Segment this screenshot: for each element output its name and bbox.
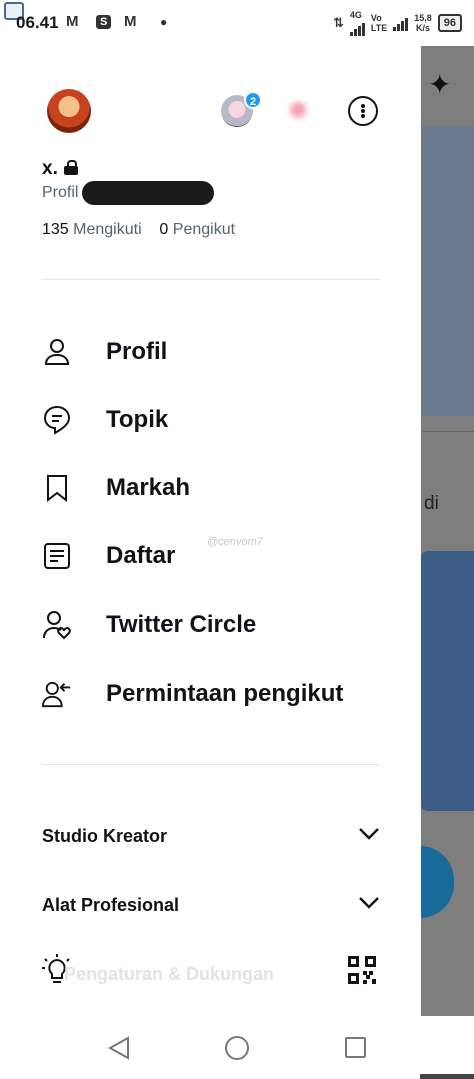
background-text: di <box>424 493 439 514</box>
menu-item-label: Markah <box>106 474 191 501</box>
menu-item-bookmarks[interactable]: Markah <box>42 460 382 516</box>
following-link[interactable]: 135 Mengikuti <box>42 221 142 238</box>
menu-item-label: Topik <box>106 406 169 433</box>
recent-apps-icon[interactable] <box>345 1037 366 1058</box>
section-label: Alat Profesional <box>42 894 180 915</box>
dot-icon: ● <box>160 15 168 29</box>
qr-code-icon[interactable] <box>348 956 376 989</box>
signal-bars-icon <box>349 20 365 36</box>
menu-item-label: Twitter Circle <box>106 611 257 638</box>
navigation-drawer: 2 x. Profil 135 Mengikuti 0 Pengikut Pro… <box>0 46 421 1016</box>
section-professional-tools[interactable]: Alat Profesional <box>42 885 380 925</box>
menu-item-follower-requests[interactable]: Permintaan pengikut <box>42 666 382 722</box>
signal-bars-icon <box>393 15 409 31</box>
more-accounts-button[interactable] <box>348 96 378 126</box>
network-type-1: 4G <box>349 10 362 20</box>
divider <box>42 279 380 280</box>
shopee-icon: S <box>96 15 112 29</box>
other-account-avatar-blurred[interactable] <box>290 102 306 118</box>
list-icon <box>42 541 72 571</box>
data-arrows-icon: ⇅ <box>332 15 344 30</box>
menu-item-label: Profil <box>106 338 168 365</box>
followers-link[interactable]: 0 Pengikut <box>159 221 235 238</box>
compose-button <box>420 846 454 918</box>
gmail-icon: M <box>124 13 137 30</box>
status-time: 06.41 <box>16 13 59 32</box>
circle-people-icon <box>42 610 72 640</box>
profile-name-row[interactable]: x. <box>42 158 78 180</box>
following-label: Mengikuti <box>73 221 142 238</box>
follow-request-icon <box>42 679 72 709</box>
follow-stats: 135 Mengikuti 0 Pengikut <box>42 221 235 239</box>
account-badge: 2 <box>244 91 262 109</box>
background-app-scrim[interactable]: ✦ di <box>420 46 474 1016</box>
sparkle-icon: ✦ <box>428 69 452 100</box>
settings-support-label[interactable]: Pengaturan & Dukungan <box>64 964 274 985</box>
avatar[interactable] <box>47 89 91 133</box>
network-type-2b: LTE <box>370 23 388 33</box>
chevron-down-icon <box>358 827 380 846</box>
profile-name: x. <box>42 158 58 179</box>
network-type-2: Vo <box>370 13 382 23</box>
person-icon <box>42 337 72 367</box>
handle-prefix: Profil <box>42 184 79 201</box>
background-media <box>420 551 474 811</box>
profile-handle: Profil <box>42 181 215 205</box>
menu-item-label: Permintaan pengikut <box>106 680 344 707</box>
status-bar: 06.41 M S M ● ⇅ 4G Vo LTE 15,8 K/s 96 <box>0 0 474 46</box>
gmail-icon: M <box>66 13 79 30</box>
background-divider <box>420 431 474 432</box>
section-creator-studio[interactable]: Studio Kreator <box>42 816 380 856</box>
followers-count: 0 <box>159 221 169 238</box>
lock-icon <box>63 160 78 175</box>
menu-item-twitter-circle[interactable]: Twitter Circle <box>42 597 382 653</box>
status-indicators: ⇅ 4G Vo LTE 15,8 K/s 96 <box>333 10 462 36</box>
battery-icon: 96 <box>437 14 462 32</box>
following-count: 135 <box>42 221 69 238</box>
network-speed-unit: K/s <box>415 23 430 33</box>
back-icon[interactable] <box>107 1036 130 1065</box>
system-navigation-bar <box>0 1016 474 1079</box>
chevron-down-icon <box>358 896 380 915</box>
watermark: @cenvom7 <box>207 536 263 548</box>
background-media <box>420 126 474 416</box>
menu-item-label: Daftar <box>106 542 176 569</box>
home-icon[interactable] <box>225 1036 249 1060</box>
divider <box>42 764 380 765</box>
bookmark-icon <box>42 473 72 503</box>
network-speed: 15,8 <box>414 13 432 23</box>
redacted-handle <box>82 181 215 205</box>
topic-icon <box>42 405 72 435</box>
followers-label: Pengikut <box>172 221 236 238</box>
edge-indicator <box>420 1074 474 1079</box>
menu-item-topics[interactable]: Topik <box>42 392 382 448</box>
section-label: Studio Kreator <box>42 825 168 846</box>
menu-item-profile[interactable]: Profil <box>42 324 382 380</box>
bottom-actions: Pengaturan & Dukungan <box>42 946 380 996</box>
